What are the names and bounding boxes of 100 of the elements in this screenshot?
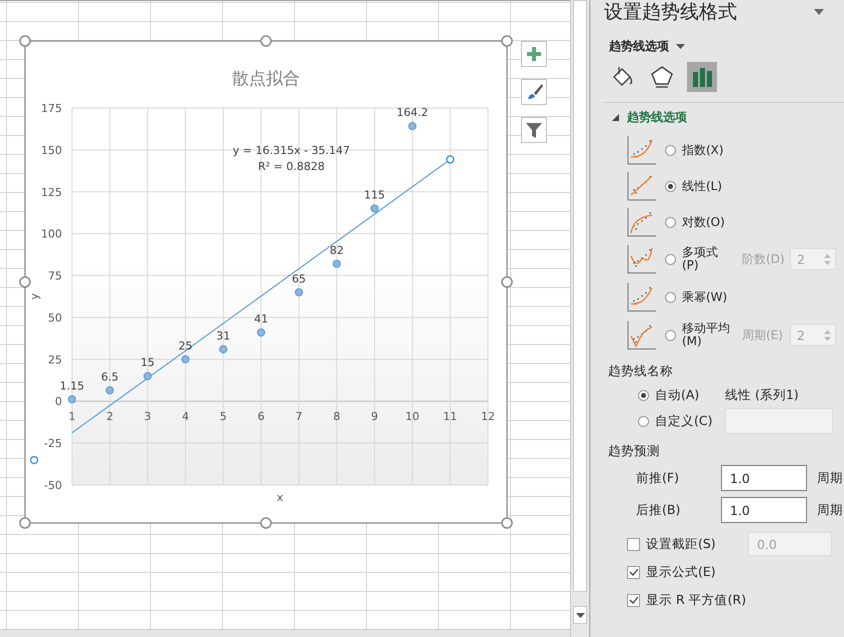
- options-menu[interactable]: 趋势线选项: [609, 38, 844, 55]
- data-point: [181, 355, 190, 364]
- unit-label: 周期: [817, 470, 843, 486]
- resize-handle[interactable]: [501, 35, 513, 47]
- tick-label: 6: [258, 410, 265, 424]
- radio-button[interactable]: [638, 416, 649, 426]
- radio-button[interactable]: [665, 180, 676, 192]
- checkbox-label: 显示 R 平方值(R): [646, 592, 748, 608]
- resize-handle[interactable]: [19, 35, 31, 47]
- tick-label: 75: [48, 270, 62, 283]
- period-field[interactable]: 1.0: [721, 465, 807, 491]
- tick-label: 8: [333, 410, 340, 424]
- data-point: [144, 372, 152, 380]
- down-arrow-icon: [824, 336, 831, 340]
- option-label: 多项式(P): [682, 246, 719, 272]
- resize-handle[interactable]: [501, 276, 513, 288]
- resize-handle[interactable]: [260, 517, 272, 529]
- option-label: 指数(X): [682, 144, 725, 156]
- tick-label: 12: [481, 410, 495, 424]
- axis-title: y: [28, 293, 41, 300]
- tick-label: 11: [443, 410, 458, 424]
- data-point: [257, 328, 266, 337]
- tick-label: 7: [295, 410, 302, 424]
- data-point: [68, 395, 76, 404]
- resize-handle[interactable]: [19, 517, 31, 529]
- data-label: 65: [292, 272, 306, 286]
- scrollbar-thumb[interactable]: [573, 0, 587, 592]
- checkbox[interactable]: [627, 566, 640, 578]
- radio-button[interactable]: [665, 216, 676, 228]
- data-point: [294, 288, 303, 296]
- data-label: 15: [140, 356, 155, 370]
- tick-label: 100: [41, 228, 62, 241]
- pane-title: 设置趋势线格式: [604, 0, 737, 25]
- tick-label: 10: [405, 410, 420, 424]
- checkbox[interactable]: [627, 594, 640, 606]
- period-field[interactable]: 1.0: [721, 497, 807, 523]
- data-label: 31: [216, 329, 230, 342]
- resize-handle[interactable]: [501, 517, 513, 529]
- field-label: 前推(F): [636, 470, 680, 486]
- trendline-name: 线性 (系列1): [725, 386, 799, 404]
- group-heading: 趋势预测: [608, 442, 661, 460]
- bar-chart-icon: [690, 65, 714, 89]
- axis-title: x: [276, 491, 284, 504]
- caret-icon: [576, 612, 584, 618]
- trendline-type-icon: [627, 207, 657, 237]
- data-point: [370, 204, 379, 213]
- data-label: 6.5: [101, 370, 119, 384]
- trendline-type-icon: [627, 135, 657, 165]
- resize-handle[interactable]: [260, 35, 272, 47]
- data-label: 25: [178, 339, 192, 352]
- group-heading: 趋势线名称: [608, 362, 674, 380]
- data-point: [332, 260, 341, 268]
- caret-icon: [814, 9, 824, 15]
- option-label: 对数(O): [682, 216, 726, 228]
- field-label: 周期(E): [742, 326, 784, 344]
- option-label: 线性(L): [682, 180, 724, 192]
- section-title[interactable]: 趋势线选项: [627, 109, 687, 126]
- radio-button[interactable]: [665, 144, 676, 156]
- tick-label: 25: [48, 353, 62, 366]
- checkbox-label: 显示公式(E): [646, 564, 717, 580]
- tick-label: 50: [48, 311, 62, 324]
- tick-label: 150: [41, 144, 62, 157]
- checkbox-label: 设置截距(S): [646, 536, 717, 552]
- horizontal-scrollbar[interactable]: [0, 629, 570, 637]
- tick-label: -25: [44, 437, 62, 450]
- add-element-button[interactable]: [521, 41, 547, 67]
- data-point: [408, 122, 416, 130]
- chart-filter-button[interactable]: [521, 117, 547, 143]
- check-icon: [629, 596, 638, 604]
- trendline-type-icon: [627, 244, 657, 274]
- resize-handle[interactable]: [19, 276, 31, 288]
- tick-label: 175: [41, 102, 62, 115]
- scroll-down-button[interactable]: [573, 606, 587, 624]
- trendline-equation: y = 16.315x - 35.147: [232, 144, 350, 157]
- down-arrow-icon: [824, 260, 831, 264]
- radio-button[interactable]: [638, 390, 649, 400]
- check-icon: [629, 568, 638, 576]
- tick-label: 125: [41, 186, 62, 199]
- option-label: 自定义(C): [655, 412, 714, 430]
- trendline-handle[interactable]: [446, 155, 454, 164]
- radio-button[interactable]: [665, 292, 676, 302]
- filter-icon: [525, 121, 543, 139]
- trendline-type-icon: [627, 282, 657, 312]
- tick-label: 2: [106, 410, 114, 424]
- field-label: 后推(B): [636, 502, 682, 518]
- chart-title: 散点拟合: [232, 69, 300, 89]
- option-label: 移动平均(M): [682, 322, 731, 348]
- tick-label: 4: [182, 410, 189, 424]
- brush-icon: [525, 83, 543, 101]
- trendline-type-icon: [627, 171, 657, 201]
- option-label: 自动(A): [655, 386, 700, 404]
- tick-label: 5: [220, 410, 227, 424]
- tick-label: 3: [144, 410, 152, 424]
- data-point: [219, 345, 228, 354]
- chart-style-button[interactable]: [521, 79, 547, 105]
- tick-label: -50: [44, 479, 62, 492]
- tick-label: 9: [371, 410, 378, 424]
- tick-label: 0: [55, 395, 62, 408]
- trendline-handle[interactable]: [30, 456, 38, 464]
- tick-label: 1: [68, 410, 76, 424]
